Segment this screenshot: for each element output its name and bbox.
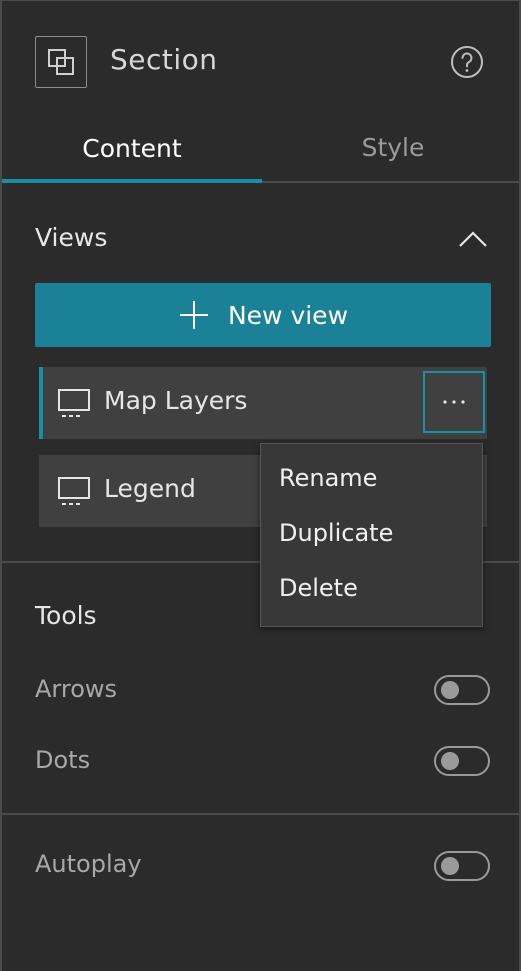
new-view-button[interactable]: New view	[35, 283, 491, 347]
tools-title: Tools	[35, 601, 97, 630]
autoplay-label: Autoplay	[35, 850, 142, 878]
menu-item-rename[interactable]: Rename	[279, 464, 377, 492]
chevron-up-icon[interactable]	[457, 229, 489, 249]
autoplay-toggle[interactable]	[434, 851, 490, 881]
menu-item-delete[interactable]: Delete	[279, 574, 358, 602]
section-icon	[35, 36, 87, 88]
section-panel: Section Content Style Views New view Map…	[0, 0, 521, 971]
tab-style[interactable]: Style	[263, 113, 521, 181]
view-label: Legend	[104, 474, 196, 503]
monitor-icon	[58, 389, 90, 417]
toggle-knob	[441, 681, 459, 699]
plus-icon	[179, 301, 208, 329]
dots-toggle[interactable]	[434, 746, 490, 776]
dots-label: Dots	[35, 746, 91, 774]
more-options-button[interactable]	[423, 371, 485, 433]
arrows-toggle[interactable]	[434, 675, 490, 705]
new-view-label: New view	[227, 300, 349, 330]
tab-bar: Content Style	[2, 113, 519, 183]
menu-item-duplicate[interactable]: Duplicate	[279, 519, 393, 547]
help-icon[interactable]	[450, 45, 484, 79]
panel-header: Section	[2, 1, 519, 113]
ellipsis-icon	[443, 400, 465, 404]
panel-title: Section	[110, 43, 218, 76]
view-item-map-layers[interactable]: Map Layers	[39, 367, 487, 439]
toggle-knob	[441, 752, 459, 770]
tab-content[interactable]: Content	[2, 113, 262, 183]
autoplay-section: Autoplay	[2, 815, 519, 971]
toggle-knob	[441, 857, 459, 875]
arrows-label: Arrows	[35, 675, 118, 703]
monitor-icon	[58, 477, 90, 505]
views-title: Views	[35, 223, 108, 252]
view-context-menu: Rename Duplicate Delete	[260, 443, 483, 627]
view-label: Map Layers	[104, 386, 248, 415]
